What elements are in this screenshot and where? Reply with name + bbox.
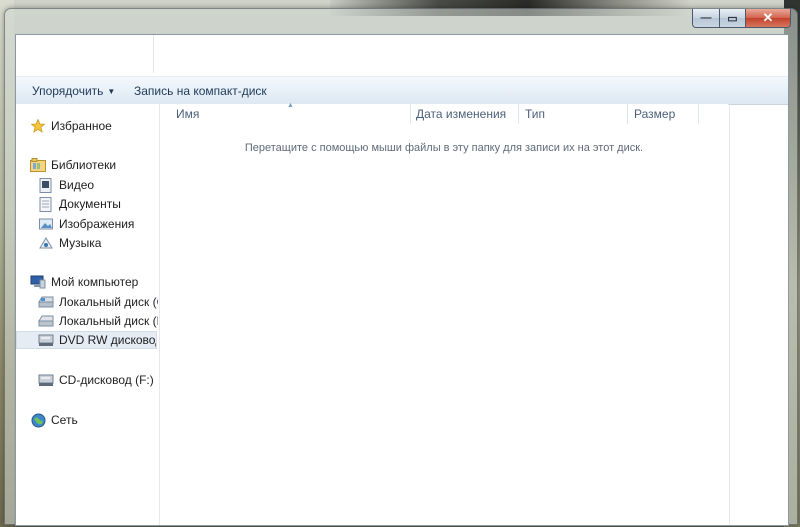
navigation-pane: Избранное Библиотеки Видео Документы Изо… (16, 104, 160, 525)
organize-button[interactable]: Упорядочить ▼ (32, 84, 115, 98)
music-library-icon (38, 235, 54, 251)
file-list-pane[interactable]: ▲ Имя Дата изменения Тип Размер Перетащи… (160, 102, 728, 525)
nav-item-network[interactable]: Сеть (30, 410, 155, 430)
hard-drive-icon (38, 313, 54, 329)
column-header-date-modified[interactable]: Дата изменения (410, 104, 518, 124)
nav-item-libraries[interactable]: Библиотеки (30, 155, 155, 175)
nav-item-music[interactable]: Музыка (38, 233, 155, 253)
libraries-folder-icon (30, 157, 46, 173)
computer-icon (30, 274, 46, 290)
system-drive-icon (38, 294, 54, 310)
video-library-icon (38, 177, 54, 193)
nav-item-cd-drive[interactable]: CD-дисковод (F:) (38, 370, 158, 390)
explorer-window: — ▭ ✕ Упорядочить ▼ Запись на компакт-дис… (4, 8, 798, 526)
column-header-type[interactable]: Тип (519, 104, 627, 124)
nav-item-drive-c[interactable]: Локальный диск (C:) (38, 292, 158, 312)
column-header-size[interactable]: Размер (628, 104, 698, 124)
nav-item-label: Видео (59, 178, 95, 192)
nav-item-favorites[interactable]: Избранное (30, 116, 155, 136)
pictures-library-icon (38, 216, 54, 232)
nav-item-computer[interactable]: Мой компьютер (30, 272, 155, 292)
nav-item-video[interactable]: Видео (38, 175, 155, 195)
nav-item-dvd-drive[interactable]: DVD RW дисковод ( (16, 331, 157, 349)
command-bar: Упорядочить ▼ Запись на компакт-диск (16, 76, 788, 105)
address-bar-area[interactable] (16, 35, 788, 76)
network-globe-icon (30, 412, 46, 428)
minimize-button[interactable]: — (692, 9, 720, 28)
title-bar[interactable]: — ▭ ✕ (5, 9, 797, 31)
window-controls: — ▭ ✕ (692, 9, 791, 28)
organize-label: Упорядочить (32, 84, 104, 98)
nav-item-label: Сеть (51, 413, 78, 427)
nav-item-label: Библиотеки (51, 158, 117, 172)
nav-item-documents[interactable]: Документы (38, 194, 155, 214)
empty-folder-message: Перетащите с помощью мыши файлы в эту па… (244, 142, 644, 154)
nav-item-label: Локальный диск (C:) (59, 295, 158, 309)
details-pane-divider[interactable] (729, 104, 730, 525)
nav-item-label: Изображения (59, 217, 135, 231)
dvd-drive-icon (38, 332, 54, 348)
nav-item-label: Музыка (59, 236, 102, 250)
documents-library-icon (38, 196, 54, 212)
nav-item-drive-d[interactable]: Локальный диск (D:) (38, 311, 158, 331)
column-header-name[interactable]: Имя (170, 104, 410, 124)
close-button[interactable]: ✕ (746, 9, 791, 28)
column-divider[interactable] (698, 104, 699, 124)
cd-drive-icon (38, 372, 54, 388)
star-icon (30, 118, 46, 134)
nav-item-label: DVD RW дисковод ( (59, 333, 156, 347)
nav-item-pictures[interactable]: Изображения (38, 214, 155, 234)
maximize-button[interactable]: ▭ (720, 9, 746, 28)
nav-item-label: Избранное (51, 119, 112, 133)
address-bar-divider (153, 35, 154, 73)
dropdown-arrow-icon: ▼ (107, 87, 116, 96)
nav-item-label: Локальный диск (D:) (59, 314, 158, 328)
window-client-area: Упорядочить ▼ Запись на компакт-диск Избр… (15, 34, 789, 526)
nav-item-label: CD-дисковод (F:) (59, 373, 154, 387)
burn-to-disc-button[interactable]: Запись на компакт-диск (134, 84, 267, 98)
nav-item-label: Документы (59, 197, 121, 211)
nav-item-label: Мой компьютер (51, 275, 139, 289)
